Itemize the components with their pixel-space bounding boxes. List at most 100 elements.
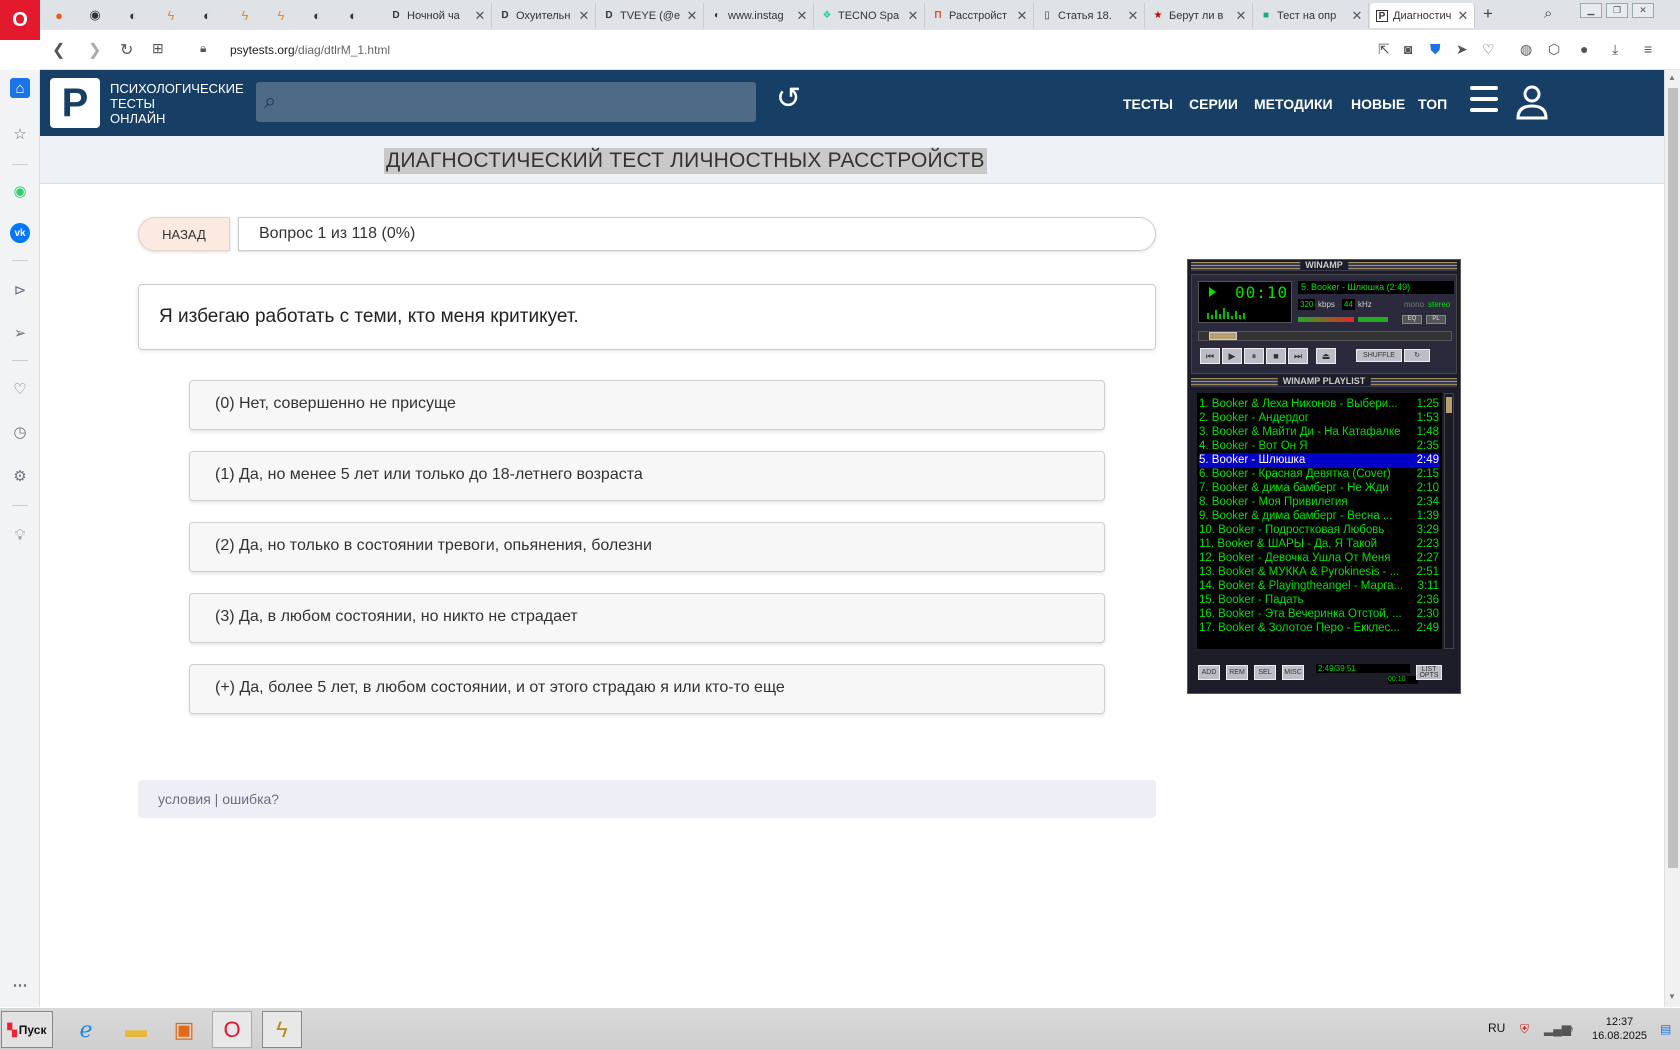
- playlist-misc-button[interactable]: MISC: [1282, 665, 1304, 680]
- pinned-tab-icon[interactable]: ●: [48, 5, 70, 25]
- eject-icon[interactable]: ⏏: [1316, 348, 1336, 364]
- close-window-button[interactable]: ✕: [1632, 3, 1654, 18]
- play-icon[interactable]: ▶: [1222, 348, 1242, 364]
- scrollbar-thumb[interactable]: [1668, 88, 1678, 868]
- close-tab-icon[interactable]: ✕: [1015, 8, 1029, 24]
- nav-top[interactable]: ТОП: [1418, 96, 1447, 112]
- reload-icon[interactable]: ↻: [120, 40, 133, 60]
- lock-icon[interactable]: 🔒︎: [200, 41, 206, 56]
- close-tab-icon[interactable]: ✕: [906, 8, 920, 24]
- vpn-shield-icon[interactable]: ⛊: [1430, 41, 1441, 58]
- tab[interactable]: ❖ TECNO Spa ✕: [815, 3, 925, 28]
- playlist-item[interactable]: 4. Booker - Вот Он Я 2:35: [1199, 439, 1439, 454]
- start-button[interactable]: ▚ Пуск: [1, 1011, 53, 1048]
- answer-option[interactable]: (+) Да, более 5 лет, в любом состоянии, …: [189, 664, 1105, 714]
- answer-option[interactable]: (3) Да, в любом состоянии, но никто не с…: [189, 593, 1105, 643]
- new-tab-plus-icon[interactable]: +: [1483, 4, 1493, 24]
- playlist-scrollbar[interactable]: [1444, 393, 1454, 649]
- previous-track-icon[interactable]: ⏮: [1200, 348, 1220, 364]
- search-icon[interactable]: ⌕: [264, 88, 276, 114]
- globe-icon[interactable]: ◍: [1520, 41, 1532, 58]
- playlist-item[interactable]: 17. Booker & Золотое Перо - Екклес... 2:4…: [1199, 621, 1439, 636]
- tab[interactable]: ◐ www.instag ✕: [705, 3, 814, 28]
- opera-logo-icon[interactable]: O: [0, 0, 40, 40]
- history-clock-icon[interactable]: ◷: [10, 422, 30, 442]
- close-tab-icon[interactable]: ✕: [577, 8, 591, 24]
- vk-icon[interactable]: vk: [10, 223, 30, 243]
- winamp-titlebar[interactable]: WINAMP: [1191, 260, 1457, 271]
- opera-taskbar-icon[interactable]: O: [212, 1011, 252, 1048]
- answer-option[interactable]: (2) Да, но только в состоянии тревоги, о…: [189, 522, 1105, 572]
- next-track-icon[interactable]: ⏭: [1288, 348, 1308, 364]
- site-logo[interactable]: P: [50, 78, 100, 128]
- download-icon[interactable]: ⤓: [1612, 41, 1618, 58]
- answer-option[interactable]: (1) Да, но менее 5 лет или только до 18-…: [189, 451, 1105, 501]
- globe-tab-icon[interactable]: ◐: [196, 5, 218, 25]
- report-error-link[interactable]: ошибка?: [222, 791, 279, 807]
- language-indicator[interactable]: RU: [1488, 1021, 1505, 1035]
- media-player-icon[interactable]: ▣: [164, 1011, 204, 1048]
- playlist-item[interactable]: 1. Booker & Леха Никонов - Выбери... 1:25: [1199, 397, 1439, 412]
- back-button[interactable]: НАЗАД: [138, 217, 230, 251]
- winamp-time[interactable]: 00:10: [1235, 283, 1288, 302]
- cube-icon[interactable]: ⬡: [1548, 41, 1560, 58]
- playlist-item[interactable]: 8. Booker - Моя Привилегия 2:34: [1199, 495, 1439, 510]
- back-arrow-icon[interactable]: ❮: [52, 40, 65, 60]
- playlist-remove-button[interactable]: REM: [1226, 665, 1248, 680]
- tab[interactable]: D Ночной ча ✕: [384, 3, 492, 28]
- tray-security-icon[interactable]: ⛨: [1520, 1022, 1529, 1037]
- playlist-titlebar[interactable]: WINAMP PLAYLIST: [1191, 376, 1457, 387]
- bookmarks-icon[interactable]: ☆: [10, 124, 30, 144]
- scroll-up-arrow-icon[interactable]: ▲: [1668, 73, 1676, 82]
- site-search-input[interactable]: [296, 82, 746, 122]
- user-icon[interactable]: [1515, 84, 1549, 120]
- globe-tab-icon[interactable]: ◐: [306, 5, 328, 25]
- shuffle-button[interactable]: SHUFFLE: [1356, 349, 1402, 362]
- maximize-window-button[interactable]: ❐: [1606, 3, 1628, 18]
- volume-icon[interactable]: ♪: [1568, 1022, 1574, 1036]
- close-tab-icon[interactable]: ✕: [1126, 8, 1140, 24]
- tab[interactable]: ▯ Статья 18. ✕: [1035, 3, 1145, 28]
- playlist-select-button[interactable]: SEL: [1254, 665, 1276, 680]
- hamburger-menu-icon[interactable]: [1470, 86, 1498, 118]
- refresh-icon[interactable]: ↺: [776, 81, 801, 116]
- nav-series[interactable]: СЕРИИ: [1189, 96, 1238, 112]
- site-logo-text[interactable]: ПСИХОЛОГИЧЕСКИЕ ТЕСТЫ ОНЛАЙН: [110, 81, 250, 126]
- tab[interactable]: D Охуительн ✕: [493, 3, 596, 28]
- more-dots-icon[interactable]: ⋯: [10, 975, 30, 995]
- close-tab-icon[interactable]: ✕: [1350, 8, 1364, 24]
- internet-explorer-icon[interactable]: ℯ: [66, 1011, 106, 1048]
- balance-slider[interactable]: [1358, 317, 1388, 322]
- steam-tab-icon[interactable]: ◉: [84, 5, 106, 25]
- share-icon[interactable]: ⇱: [1378, 41, 1390, 58]
- nav-tests[interactable]: ТЕСТЫ: [1123, 96, 1173, 112]
- playlist-scroll-knob[interactable]: [1446, 397, 1452, 413]
- seek-bar[interactable]: [1198, 331, 1452, 341]
- bolt-tab-icon[interactable]: ϟ: [234, 5, 256, 25]
- playlist-item[interactable]: 14. Booker & Playingtheangel - Марга... 3…: [1199, 579, 1439, 594]
- playlist-item[interactable]: 5. Booker - Шлюшка 2:49: [1199, 453, 1439, 468]
- tab[interactable]: Π Расстройст ✕: [926, 3, 1034, 28]
- nav-new[interactable]: НОВЫЕ: [1351, 96, 1405, 112]
- playlist-item[interactable]: 6. Booker - Красная Девятка (Cover) 2:15: [1199, 467, 1439, 482]
- seek-knob[interactable]: [1209, 332, 1237, 340]
- close-tab-icon[interactable]: ✕: [685, 8, 699, 24]
- playlist-item[interactable]: 7. Booker & дима бамберг - Не Жди 2:10: [1199, 481, 1439, 496]
- lightbulb-icon[interactable]: 💡︎: [10, 525, 30, 545]
- playlist-item[interactable]: 12. Booker - Девочка Ушла От Меня 2:27: [1199, 551, 1439, 566]
- globe-tab-icon[interactable]: ◐: [342, 5, 364, 25]
- home-icon[interactable]: ⌂: [10, 78, 30, 98]
- repeat-button[interactable]: ↻: [1404, 349, 1430, 362]
- playlist-item[interactable]: 2. Booker - Андердог 1:53: [1199, 411, 1439, 426]
- bolt-tab-icon[interactable]: ϟ: [270, 5, 292, 25]
- send-icon[interactable]: ➤: [1456, 41, 1468, 58]
- url-field[interactable]: psytests.org/diag/dtlrM_1.html: [230, 43, 390, 57]
- player-icon[interactable]: ⊳: [10, 280, 30, 300]
- answer-option[interactable]: (0) Нет, совершенно не присуще: [189, 380, 1105, 430]
- nav-methods[interactable]: МЕТОДИКИ: [1254, 96, 1333, 112]
- system-clock[interactable]: 12:37 16.08.2025: [1592, 1015, 1647, 1043]
- close-tab-icon[interactable]: ✕: [795, 8, 809, 24]
- tab-active[interactable]: P Диагностич ✕: [1370, 3, 1475, 28]
- whatsapp-icon[interactable]: ◉: [10, 181, 30, 201]
- page-scrollbar[interactable]: ▲ ▼: [1664, 70, 1680, 1007]
